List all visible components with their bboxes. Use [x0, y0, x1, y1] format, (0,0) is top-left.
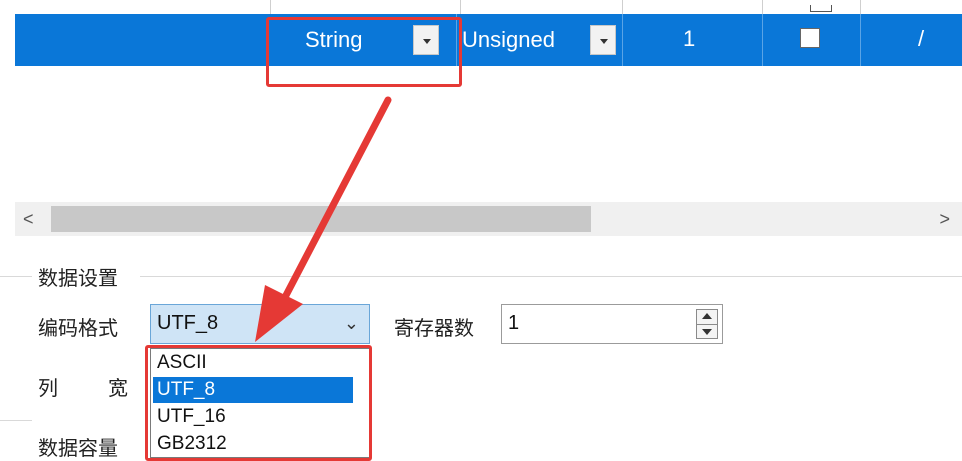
group-divider: [140, 276, 962, 277]
spin-up-icon[interactable]: [702, 313, 712, 319]
encoding-format-value: UTF_8: [157, 312, 219, 334]
data-table: String Unsigned 1 / < >: [0, 0, 962, 240]
data-capacity-group-title: 数据容量: [34, 432, 122, 461]
register-count-spinbox[interactable]: 1: [501, 304, 723, 344]
spinner-divider: [697, 324, 717, 325]
row-checkbox[interactable]: [800, 28, 820, 48]
group-divider: [0, 276, 32, 277]
column-divider: [762, 14, 763, 66]
column-width-label-part1: 列: [38, 376, 58, 400]
scrollbar-thumb[interactable]: [51, 206, 591, 232]
register-count-value: 1: [508, 312, 520, 334]
scroll-left-icon[interactable]: <: [23, 209, 34, 230]
column-divider: [762, 0, 763, 14]
checkbox-partial[interactable]: [810, 5, 832, 12]
column-divider: [270, 0, 271, 14]
column-divider: [622, 14, 623, 66]
table-row-selected[interactable]: String Unsigned 1 /: [15, 14, 962, 66]
group-divider: [0, 420, 32, 421]
encoding-format-label: 编码格式: [38, 316, 118, 340]
column-width-label-part2: 宽: [108, 376, 128, 400]
data-settings-group-title: 数据设置: [34, 262, 122, 291]
last-cell-value[interactable]: /: [918, 26, 924, 52]
horizontal-scrollbar[interactable]: < >: [15, 202, 962, 236]
column-divider: [860, 0, 861, 14]
spin-down-icon[interactable]: [702, 329, 712, 335]
column-divider: [860, 14, 861, 66]
chevron-down-icon[interactable]: ⌄: [344, 313, 359, 334]
sign-cell-value: Unsigned: [462, 27, 555, 52]
sign-cell-combo[interactable]: Unsigned: [462, 14, 555, 66]
register-count-label: 寄存器数: [394, 316, 474, 340]
table-row-previous[interactable]: [15, 0, 962, 14]
dropdown-highlight-box: [145, 345, 372, 461]
type-cell-highlight-box: [266, 17, 462, 87]
sign-dropdown-arrow-icon[interactable]: [590, 25, 616, 55]
count-cell-value[interactable]: 1: [683, 26, 695, 52]
scroll-right-icon[interactable]: >: [939, 209, 950, 230]
column-divider: [622, 0, 623, 14]
column-divider: [460, 0, 461, 14]
encoding-format-combo[interactable]: UTF_8 ⌄: [150, 304, 370, 344]
spinner-buttons[interactable]: [696, 309, 718, 339]
